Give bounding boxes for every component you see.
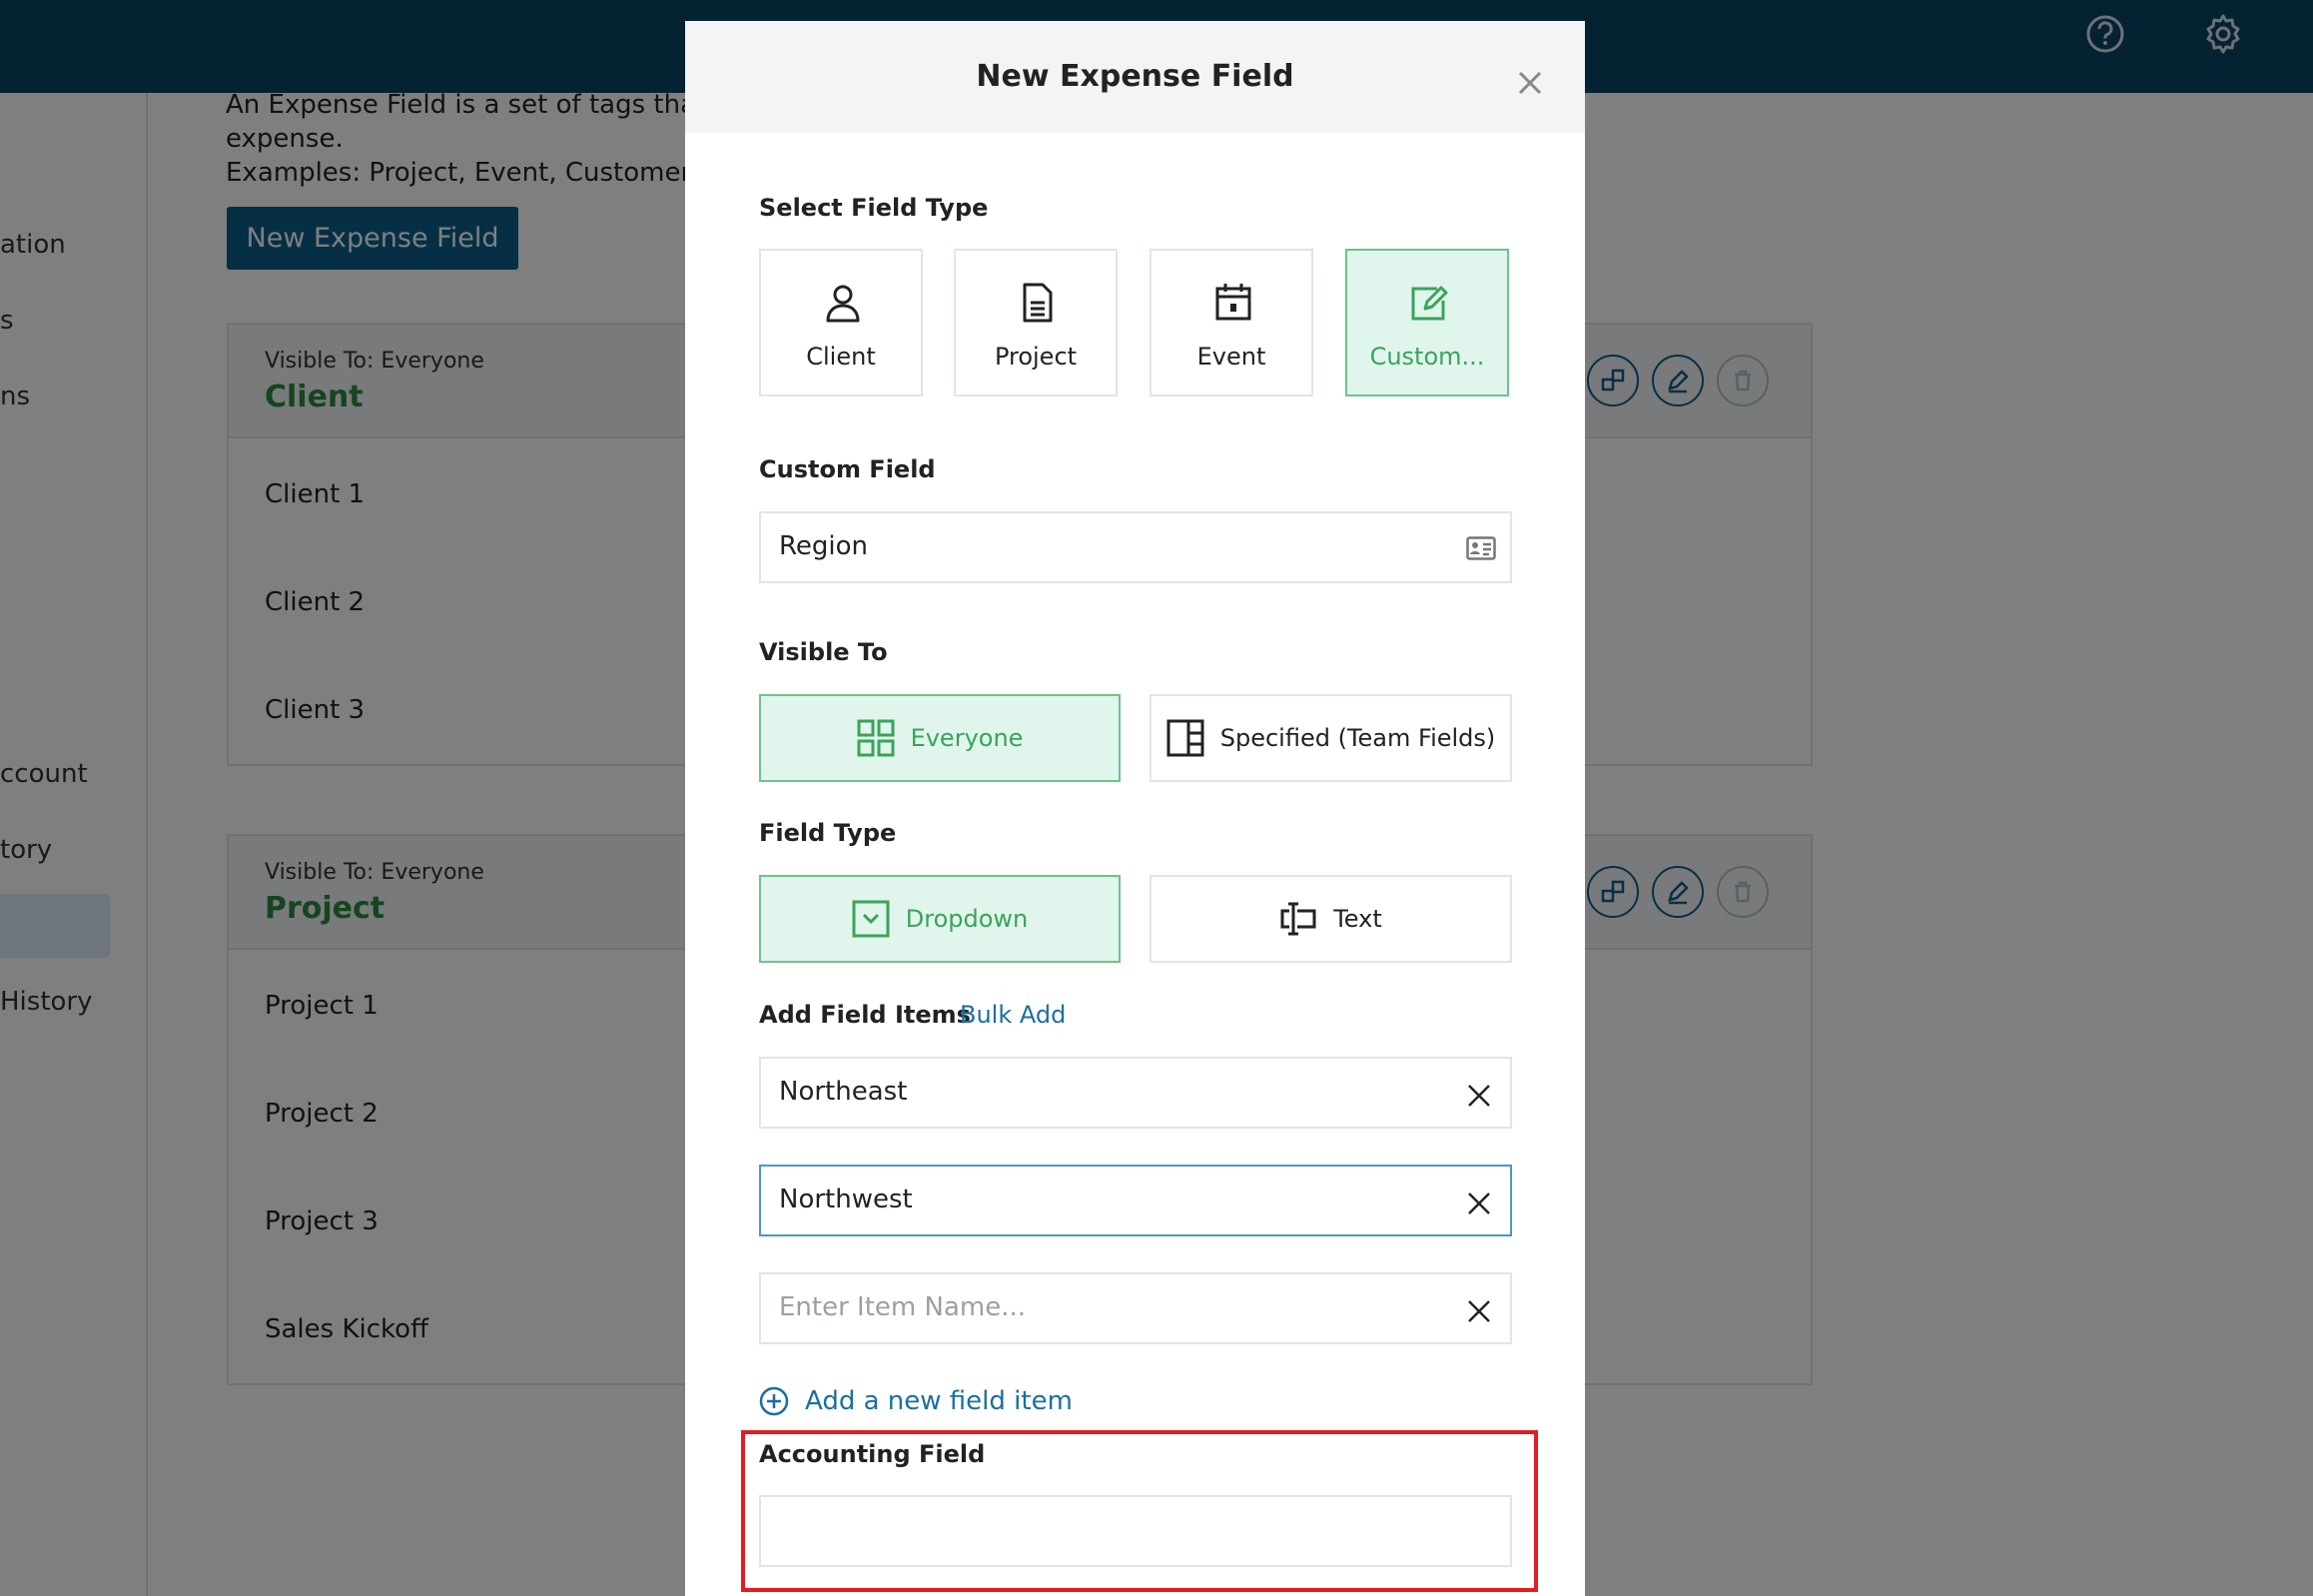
field-type-event[interactable]: Event (1150, 249, 1313, 397)
field-item-input[interactable]: Northeast (759, 1057, 1512, 1129)
layout-icon (1166, 719, 1204, 757)
field-type-dropdown[interactable]: Dropdown (759, 875, 1121, 963)
custom-field-label: Custom Field (759, 455, 936, 483)
toggle-label: Dropdown (905, 905, 1029, 933)
text-cursor-icon (1279, 900, 1317, 938)
field-type-label: Client (806, 343, 876, 371)
field-type-label: Custom... (1369, 343, 1485, 371)
add-field-items-label: Add Field Items (759, 1001, 971, 1029)
plus-circle-icon (759, 1386, 789, 1416)
custom-field-input[interactable]: Region (759, 511, 1512, 583)
field-item-input[interactable]: Northwest (759, 1165, 1512, 1236)
field-item-value: Northwest (779, 1185, 913, 1214)
close-icon[interactable] (1466, 1083, 1492, 1109)
close-icon[interactable] (1466, 1298, 1492, 1324)
bulk-add-link[interactable]: Bulk Add (960, 1001, 1066, 1029)
visible-to-everyone[interactable]: Everyone (759, 694, 1121, 782)
toggle-label: Text (1333, 905, 1382, 933)
field-item-input[interactable]: Enter Item Name... (759, 1272, 1512, 1344)
calendar-icon (1211, 281, 1255, 325)
field-type-custom[interactable]: Custom... (1345, 249, 1509, 397)
field-item-value: Northeast (779, 1077, 908, 1107)
toggle-label: Everyone (910, 724, 1024, 752)
modal-header: New Expense Field (685, 21, 1585, 133)
edit-icon (1407, 281, 1451, 325)
visible-to-specified[interactable]: Specified (Team Fields) (1150, 694, 1512, 782)
add-field-item-button[interactable]: Add a new field item (759, 1386, 1073, 1416)
visible-to-label: Visible To (759, 638, 888, 666)
grid-icon (857, 719, 895, 757)
close-icon[interactable] (1512, 65, 1548, 101)
close-icon[interactable] (1466, 1191, 1492, 1216)
person-icon (821, 281, 865, 325)
field-type-project[interactable]: Project (954, 249, 1118, 397)
document-icon (1016, 281, 1060, 325)
custom-field-value: Region (779, 531, 869, 561)
field-item-placeholder: Enter Item Name... (779, 1292, 1026, 1322)
add-field-item-label: Add a new field item (805, 1386, 1073, 1416)
id-card-icon (1466, 535, 1496, 561)
field-type-text[interactable]: Text (1150, 875, 1512, 963)
highlight-box (741, 1430, 1538, 1592)
modal-title: New Expense Field (976, 59, 1294, 94)
field-type-label: Event (1196, 343, 1266, 371)
field-type-client[interactable]: Client (759, 249, 923, 397)
field-type-label: Project (994, 343, 1078, 371)
toggle-label: Specified (Team Fields) (1219, 724, 1496, 752)
field-type-label: Field Type (759, 819, 897, 847)
new-expense-field-modal: New Expense Field Select Field Type Clie… (685, 21, 1585, 1596)
select-field-type-label: Select Field Type (759, 194, 989, 222)
dropdown-icon (852, 900, 890, 938)
